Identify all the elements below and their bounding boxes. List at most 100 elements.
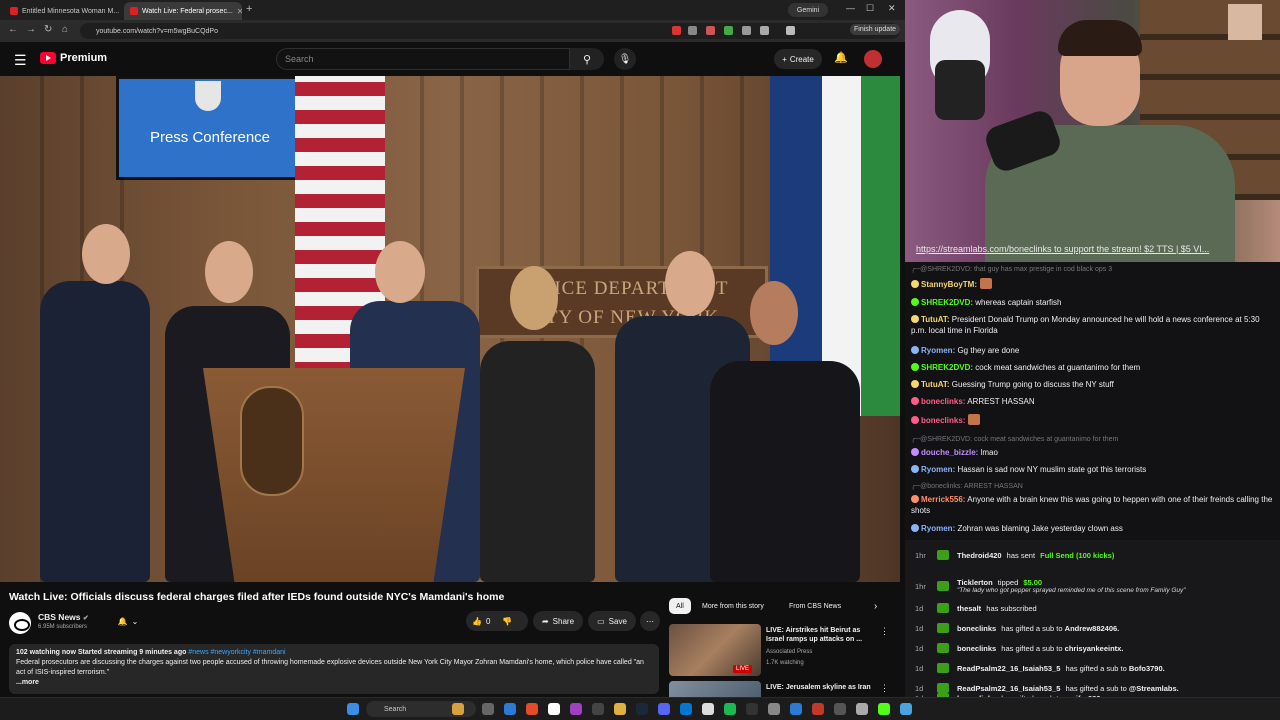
event-username[interactable]: boneclinks [957, 624, 996, 633]
recommendation-thumbnail[interactable] [669, 681, 761, 697]
app-icon[interactable] [680, 703, 692, 715]
user-badge-icon [911, 346, 919, 354]
browser-tab-1[interactable]: Entitled Minnesota Woman M... ✕ [4, 2, 122, 20]
recommendation-title[interactable]: LIVE: Jerusalem skyline as Iran [766, 683, 876, 692]
channel-name[interactable]: CBS News ✔ [38, 612, 89, 622]
chat-username[interactable]: boneclinks: [921, 397, 965, 406]
app-icon[interactable] [592, 703, 604, 715]
new-tab-button[interactable]: + [246, 3, 252, 15]
chat-username[interactable]: Ryomen: [921, 524, 955, 533]
close-tab-icon[interactable]: ✕ [237, 7, 242, 16]
show-more-link[interactable]: ...more [16, 678, 652, 688]
kick-icon[interactable] [878, 703, 890, 715]
youtube-logo[interactable]: Premium [40, 52, 107, 64]
app-icon[interactable] [856, 703, 868, 715]
account-avatar[interactable] [864, 50, 882, 68]
save-button[interactable]: ▭ Save [588, 611, 636, 631]
share-button[interactable]: ➦ Share [533, 611, 583, 631]
widget-icon[interactable] [452, 703, 464, 715]
chat-username[interactable]: boneclinks: [921, 416, 965, 425]
chip-more-from-story[interactable]: More from this story [695, 598, 771, 614]
chat-username[interactable]: Merrick556: [921, 495, 965, 504]
maximize-icon[interactable]: ☐ [866, 3, 874, 14]
chat-username[interactable]: Ryomen: [921, 346, 955, 355]
event-username[interactable]: thesalt [957, 604, 981, 613]
browser-tab-2[interactable]: Watch Live: Federal prosec... ✕ [124, 2, 242, 20]
home-icon[interactable]: ⌂ [62, 24, 68, 35]
hashtags[interactable]: #news #newyorkcity #mamdani [188, 649, 285, 656]
reload-icon[interactable]: ↻ [44, 24, 52, 35]
kick-logo-icon [937, 581, 949, 591]
minimize-icon[interactable]: — [846, 3, 855, 13]
browser-tab-bar: Entitled Minnesota Woman M... ✕ Watch Li… [0, 0, 905, 20]
more-icon: ⋯ [646, 616, 654, 626]
chrome-icon[interactable] [526, 703, 538, 715]
user-badge-icon [911, 315, 919, 323]
app-icon[interactable] [812, 703, 824, 715]
forward-icon[interactable]: → [26, 24, 36, 35]
extension-icon[interactable] [688, 26, 697, 35]
chat-username[interactable]: SHREK2DVD: [921, 298, 973, 307]
edge-icon[interactable] [504, 703, 516, 715]
extension-icon[interactable] [706, 26, 715, 35]
voice-search-button[interactable]: 🎙 [614, 48, 636, 70]
app-icon[interactable] [900, 703, 912, 715]
event-time: 1d [915, 663, 924, 673]
chat-username[interactable]: douche_bizzle: [921, 448, 978, 457]
recommendation-title[interactable]: LIVE: Airstrikes hit Beirut as Israel ra… [766, 626, 876, 644]
profile-icon[interactable] [786, 26, 795, 35]
create-button[interactable]: + Create [774, 49, 822, 69]
cbs-channel-avatar[interactable] [9, 612, 31, 634]
extension-icon[interactable] [724, 26, 733, 35]
event-username[interactable]: boneclinks [957, 644, 996, 653]
app-icon[interactable] [834, 703, 846, 715]
event-username[interactable]: Thedroid420 [957, 551, 1002, 560]
chat-username[interactable]: StannyBoyTM: [921, 280, 977, 289]
event-text: Thedroid420 has sent Full Send (100 kick… [957, 550, 1115, 560]
app-icon[interactable] [746, 703, 758, 715]
description-box[interactable]: 102 watching now Started streaming 9 min… [9, 644, 659, 694]
task-view-icon[interactable] [482, 703, 494, 715]
spotify-icon[interactable] [724, 703, 736, 715]
notifications-bell-icon[interactable]: 🔔 [834, 51, 848, 64]
speaker-figure [40, 281, 150, 582]
file-explorer-icon[interactable] [614, 703, 626, 715]
chip-from-cbs-news[interactable]: From CBS News [782, 598, 848, 614]
chip-all[interactable]: All [669, 598, 691, 614]
extension-icon[interactable] [760, 26, 769, 35]
event-username[interactable]: ReadPsalm22_16_Isaiah53_5 [957, 664, 1060, 673]
chevron-right-icon[interactable]: › [874, 601, 877, 612]
more-options-icon[interactable]: ⋮ [880, 683, 889, 694]
subscription-bell-button[interactable]: 🔔 ⌄ [108, 611, 148, 631]
address-bar[interactable]: youtube.com/watch?v=m5wgBuCQdPo [80, 23, 900, 39]
gemini-button[interactable]: Gemini [788, 3, 828, 17]
back-icon[interactable]: ← [8, 24, 18, 35]
app-icon[interactable] [790, 703, 802, 715]
windows-start-icon[interactable] [347, 703, 359, 715]
ticker-text: to support the stream! $2 TTS | $5 VI... [1051, 244, 1210, 254]
search-button[interactable]: ⚲ [570, 48, 604, 70]
app-icon[interactable] [570, 703, 582, 715]
chat-username[interactable]: TutuAT: [921, 315, 950, 324]
app-icon[interactable] [768, 703, 780, 715]
event-username[interactable]: Ticklerton [957, 578, 993, 587]
extension-icon[interactable] [742, 26, 751, 35]
extension-icon[interactable] [672, 26, 681, 35]
close-window-icon[interactable]: ✕ [888, 3, 896, 14]
video-player[interactable]: Press Conference POLICE DEPARTMENT CITY … [0, 76, 900, 582]
steam-icon[interactable] [636, 703, 648, 715]
more-actions-button[interactable]: ⋯ [640, 611, 660, 631]
chat-username[interactable]: SHREK2DVD: [921, 363, 973, 372]
finish-update-button[interactable]: Finish update [850, 24, 901, 35]
ticker-link[interactable]: https://streamlabs.com/boneclinks [916, 244, 1052, 254]
more-options-icon[interactable]: ⋮ [880, 626, 889, 637]
chat-username[interactable]: Ryomen: [921, 465, 955, 474]
hamburger-menu-icon[interactable]: ☰ [14, 52, 27, 69]
search-input[interactable]: Search [276, 48, 570, 70]
like-button[interactable]: 👍 0 👎 [466, 611, 528, 631]
chat-username[interactable]: TutuAT: [921, 380, 950, 389]
dislike-icon[interactable]: 👎 [502, 617, 512, 626]
app-icon[interactable] [702, 703, 714, 715]
app-icon[interactable] [548, 703, 560, 715]
discord-icon[interactable] [658, 703, 670, 715]
